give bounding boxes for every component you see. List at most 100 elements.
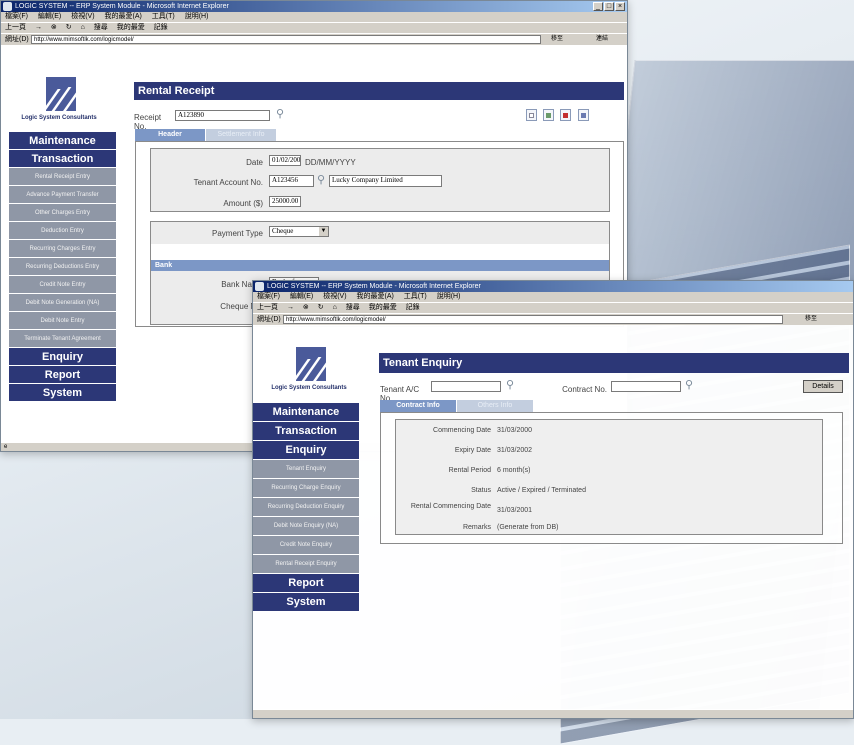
history-button[interactable]: 記錄 — [154, 24, 168, 31]
menu-edit[interactable]: 編輯(E) — [290, 293, 313, 300]
nav-deduction-entry[interactable]: Deduction Entry — [9, 222, 116, 240]
nav-enquiry[interactable]: Enquiry — [253, 441, 359, 460]
search-button[interactable]: 搜尋 — [346, 304, 360, 311]
bank-section-header: Bank — [151, 260, 609, 271]
menu-tools[interactable]: 工具(T) — [152, 13, 175, 20]
address-input[interactable]: http://www.mimsoftlk.com/logicmodel/ — [31, 35, 541, 44]
minimize-button[interactable]: _ — [593, 2, 603, 11]
home-icon[interactable]: ⌂ — [333, 304, 337, 311]
lookup-icon[interactable]: ⚲ — [506, 378, 514, 391]
tenant-account-input[interactable]: A123456 — [269, 175, 314, 187]
tenant-ac-input[interactable] — [431, 381, 501, 392]
menu-file[interactable]: 檔案(F) — [5, 13, 28, 20]
receipt-no-input[interactable]: A123890 — [175, 110, 270, 121]
nav-maintenance[interactable]: Maintenance — [9, 132, 116, 150]
menu-tools[interactable]: 工具(T) — [404, 293, 427, 300]
logo-text: Logic System Consultants — [271, 385, 347, 391]
date-input[interactable]: 01/02/2002 — [269, 155, 301, 166]
menu-view[interactable]: 檢視(V) — [71, 13, 94, 20]
menu-file[interactable]: 檔案(F) — [257, 293, 280, 300]
nav-recurring-charge-enquiry[interactable]: Recurring Charge Enquiry — [253, 479, 359, 498]
bank-name-label: Bank Name — [221, 280, 263, 289]
forward-icon[interactable]: → — [35, 24, 42, 31]
home-icon[interactable]: ⌂ — [81, 24, 85, 31]
nav-system[interactable]: System — [253, 593, 359, 612]
tab-settlement-info[interactable]: Settlement Info — [206, 129, 276, 141]
menu-favorites[interactable]: 我的最愛(A) — [105, 13, 142, 20]
back-button[interactable]: 上一頁 — [257, 304, 278, 311]
delete-icon[interactable] — [560, 109, 572, 121]
lookup-icon[interactable]: ⚲ — [276, 107, 284, 120]
nav-recurring-charges-entry[interactable]: Recurring Charges Entry — [9, 240, 116, 258]
nav-transaction[interactable]: Transaction — [253, 422, 359, 441]
menu-view[interactable]: 檢視(V) — [323, 293, 346, 300]
nav-credit-note-enquiry[interactable]: Credit Note Enquiry — [253, 536, 359, 555]
stop-icon[interactable]: ⊗ — [303, 304, 309, 311]
nav-debit-note-enquiry[interactable]: Debit Note Enquiry (NA) — [253, 517, 359, 536]
favorites-button[interactable]: 我的最愛 — [117, 24, 145, 31]
contract-info-panel: Commencing Date 31/03/2000 Expiry Date 3… — [395, 419, 823, 535]
nav-other-charges-entry[interactable]: Other Charges Entry — [9, 204, 116, 222]
nav-system[interactable]: System — [9, 384, 116, 402]
links-button[interactable]: 連結 — [596, 35, 608, 44]
menu-edit[interactable]: 編輯(E) — [38, 13, 61, 20]
field-label: Remarks — [462, 524, 491, 531]
nav-tenant-enquiry[interactable]: Tenant Enquiry — [253, 460, 359, 479]
field-label: Expiry Date — [454, 447, 491, 454]
nav-recurring-deduction-enquiry[interactable]: Recurring Deduction Enquiry — [253, 498, 359, 517]
lookup-icon[interactable]: ⚲ — [317, 173, 325, 186]
tab-contract-info[interactable]: Contract Info — [380, 400, 456, 412]
maximize-button[interactable]: □ — [604, 2, 614, 11]
contract-no-input[interactable] — [611, 381, 681, 392]
field-label: Rental Commencing Date — [410, 503, 491, 510]
back-button[interactable]: 上一頁 — [5, 24, 26, 31]
search-button[interactable]: 搜尋 — [94, 24, 108, 31]
print-icon[interactable] — [577, 109, 589, 121]
tab-others-info[interactable]: Others Info — [457, 400, 533, 412]
new-document-icon[interactable] — [526, 109, 537, 121]
refresh-icon[interactable]: ↻ — [318, 304, 324, 311]
refresh-icon[interactable]: ↻ — [66, 24, 72, 31]
logo-mark-icon — [34, 77, 84, 115]
field-label: Commencing Date — [433, 427, 491, 434]
menu-help[interactable]: 說明(H) — [437, 293, 461, 300]
nav-debit-note-entry[interactable]: Debit Note Entry — [9, 312, 116, 330]
amount-input[interactable]: 25000.00 — [269, 196, 301, 207]
amount-label: Amount ($) — [223, 199, 263, 208]
nav-report[interactable]: Report — [253, 574, 359, 593]
address-bar: 網址(D) http://www.mimsoftlk.com/logicmode… — [253, 313, 853, 325]
nav-credit-note-entry[interactable]: Credit Note Entry — [9, 276, 116, 294]
payment-type-select[interactable]: Cheque ▼ — [269, 226, 329, 237]
history-button[interactable]: 記錄 — [406, 304, 420, 311]
logo-mark-icon — [284, 347, 334, 385]
forward-icon[interactable]: → — [287, 304, 294, 311]
nav-report[interactable]: Report — [9, 366, 116, 384]
address-input[interactable]: http://www.mimsoftlk.com/logicmodel/ — [283, 315, 783, 324]
nav-enquiry[interactable]: Enquiry — [9, 348, 116, 366]
nav-rental-receipt-entry[interactable]: Rental Receipt Entry — [9, 168, 116, 186]
page-title: Tenant Enquiry — [379, 353, 849, 373]
nav-advance-payment-transfer[interactable]: Advance Payment Transfer — [9, 186, 116, 204]
nav-maintenance[interactable]: Maintenance — [253, 403, 359, 422]
lookup-icon[interactable]: ⚲ — [685, 378, 693, 391]
menu-help[interactable]: 說明(H) — [185, 13, 209, 20]
go-button[interactable]: 移至 — [551, 35, 563, 44]
payment-spacer — [151, 244, 609, 260]
field-value: 31/03/2000 — [497, 427, 533, 434]
menu-favorites[interactable]: 我的最愛(A) — [357, 293, 394, 300]
nav-transaction[interactable]: Transaction — [9, 150, 116, 168]
favorites-button[interactable]: 我的最愛 — [369, 304, 397, 311]
tenant-name-input[interactable]: Lucky Company Limited — [329, 175, 442, 187]
go-button[interactable]: 移至 — [805, 315, 817, 324]
save-icon[interactable] — [543, 109, 555, 121]
details-button[interactable]: Details — [803, 380, 843, 393]
nav-rental-receipt-enquiry[interactable]: Rental Receipt Enquiry — [253, 555, 359, 574]
field-label: Rental Period — [448, 467, 491, 474]
nav-recurring-deductions-entry[interactable]: Recurring Deductions Entry — [9, 258, 116, 276]
tab-header[interactable]: Header — [135, 129, 205, 141]
left-nav: Maintenance Transaction Rental Receipt E… — [9, 132, 116, 402]
nav-debit-note-generation[interactable]: Debit Note Generation (NA) — [9, 294, 116, 312]
nav-terminate-tenant-agreement[interactable]: Terminate Tenant Agreement — [9, 330, 116, 348]
stop-icon[interactable]: ⊗ — [51, 24, 57, 31]
close-button[interactable]: × — [615, 2, 625, 11]
